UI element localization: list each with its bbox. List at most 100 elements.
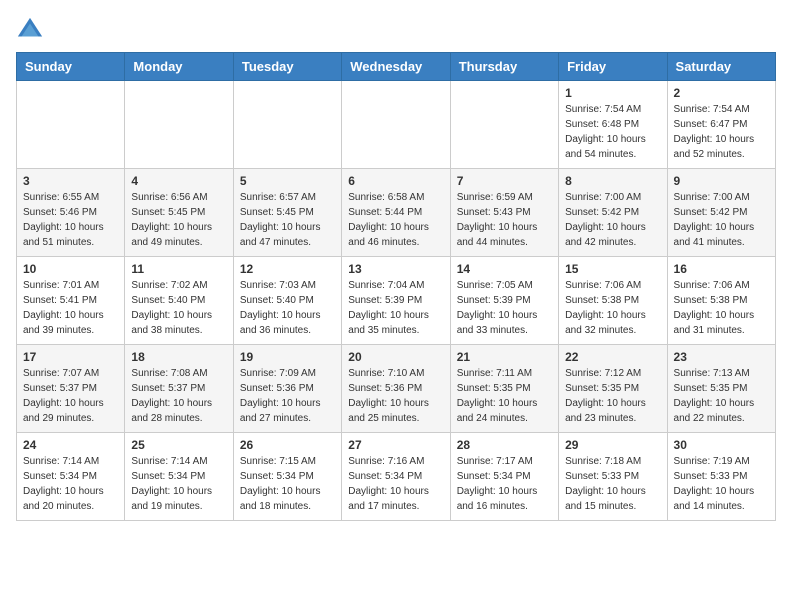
day-number: 20 [348, 350, 443, 364]
day-cell-13: 13 Sunrise: 7:04 AMSunset: 5:39 PMDayligh… [342, 257, 450, 345]
empty-cell [450, 81, 558, 169]
day-info: Sunrise: 7:54 AMSunset: 6:47 PMDaylight:… [674, 102, 769, 162]
page-header [16, 16, 776, 44]
day-cell-16: 16 Sunrise: 7:06 AMSunset: 5:38 PMDayligh… [667, 257, 775, 345]
day-number: 6 [348, 174, 443, 188]
week-row-1: 1 Sunrise: 7:54 AMSunset: 6:48 PMDaylight… [17, 81, 776, 169]
day-cell-30: 30Sunrise: 7:19 AMSunset: 5:33 PMDayligh… [667, 433, 775, 521]
day-cell-20: 20Sunrise: 7:10 AMSunset: 5:36 PMDayligh… [342, 345, 450, 433]
weekday-header-wednesday: Wednesday [342, 53, 450, 81]
day-info: Sunrise: 7:12 AMSunset: 5:35 PMDaylight:… [565, 366, 660, 426]
day-number: 23 [674, 350, 769, 364]
day-cell-6: 6 Sunrise: 6:58 AMSunset: 5:44 PMDaylight… [342, 169, 450, 257]
day-info: Sunrise: 7:17 AMSunset: 5:34 PMDaylight:… [457, 454, 552, 514]
day-number: 18 [131, 350, 226, 364]
empty-cell [125, 81, 233, 169]
day-cell-19: 19 Sunrise: 7:09 AMSunset: 5:36 PMDayligh… [233, 345, 341, 433]
day-info: Sunrise: 7:09 AMSunset: 5:36 PMDaylight:… [240, 366, 335, 426]
day-number: 26 [240, 438, 335, 452]
day-cell-9: 9 Sunrise: 7:00 AMSunset: 5:42 PMDaylight… [667, 169, 775, 257]
day-number: 29 [565, 438, 660, 452]
empty-cell [342, 81, 450, 169]
day-cell-12: 12 Sunrise: 7:03 AMSunset: 5:40 PMDayligh… [233, 257, 341, 345]
calendar-table: SundayMondayTuesdayWednesdayThursdayFrid… [16, 52, 776, 521]
weekday-header-sunday: Sunday [17, 53, 125, 81]
day-cell-4: 4 Sunrise: 6:56 AMSunset: 5:45 PMDaylight… [125, 169, 233, 257]
day-info: Sunrise: 6:57 AMSunset: 5:45 PMDaylight:… [240, 190, 335, 250]
day-number: 7 [457, 174, 552, 188]
day-number: 16 [674, 262, 769, 276]
day-info: Sunrise: 7:16 AMSunset: 5:34 PMDaylight:… [348, 454, 443, 514]
week-row-5: 24Sunrise: 7:14 AMSunset: 5:34 PMDayligh… [17, 433, 776, 521]
day-cell-15: 15 Sunrise: 7:06 AMSunset: 5:38 PMDayligh… [559, 257, 667, 345]
day-number: 17 [23, 350, 118, 364]
day-info: Sunrise: 7:04 AMSunset: 5:39 PMDaylight:… [348, 278, 443, 338]
day-cell-7: 7 Sunrise: 6:59 AMSunset: 5:43 PMDaylight… [450, 169, 558, 257]
weekday-header-monday: Monday [125, 53, 233, 81]
day-cell-28: 28 Sunrise: 7:17 AMSunset: 5:34 PMDayligh… [450, 433, 558, 521]
day-info: Sunrise: 7:54 AMSunset: 6:48 PMDaylight:… [565, 102, 660, 162]
day-info: Sunrise: 6:59 AMSunset: 5:43 PMDaylight:… [457, 190, 552, 250]
day-cell-2: 2Sunrise: 7:54 AMSunset: 6:47 PMDaylight… [667, 81, 775, 169]
day-number: 12 [240, 262, 335, 276]
day-info: Sunrise: 7:08 AMSunset: 5:37 PMDaylight:… [131, 366, 226, 426]
day-info: Sunrise: 7:00 AMSunset: 5:42 PMDaylight:… [565, 190, 660, 250]
day-cell-3: 3 Sunrise: 6:55 AMSunset: 5:46 PMDaylight… [17, 169, 125, 257]
day-info: Sunrise: 7:19 AMSunset: 5:33 PMDaylight:… [674, 454, 769, 514]
weekday-header-tuesday: Tuesday [233, 53, 341, 81]
day-number: 21 [457, 350, 552, 364]
day-cell-24: 24Sunrise: 7:14 AMSunset: 5:34 PMDayligh… [17, 433, 125, 521]
day-info: Sunrise: 7:06 AMSunset: 5:38 PMDaylight:… [674, 278, 769, 338]
day-info: Sunrise: 7:02 AMSunset: 5:40 PMDaylight:… [131, 278, 226, 338]
weekday-header-thursday: Thursday [450, 53, 558, 81]
day-number: 14 [457, 262, 552, 276]
day-info: Sunrise: 7:06 AMSunset: 5:38 PMDaylight:… [565, 278, 660, 338]
day-info: Sunrise: 7:13 AMSunset: 5:35 PMDaylight:… [674, 366, 769, 426]
week-row-2: 3 Sunrise: 6:55 AMSunset: 5:46 PMDaylight… [17, 169, 776, 257]
day-info: Sunrise: 7:18 AMSunset: 5:33 PMDaylight:… [565, 454, 660, 514]
day-info: Sunrise: 7:14 AMSunset: 5:34 PMDaylight:… [23, 454, 118, 514]
day-info: Sunrise: 7:03 AMSunset: 5:40 PMDaylight:… [240, 278, 335, 338]
day-cell-25: 25 Sunrise: 7:14 AMSunset: 5:34 PMDayligh… [125, 433, 233, 521]
day-info: Sunrise: 6:58 AMSunset: 5:44 PMDaylight:… [348, 190, 443, 250]
day-cell-21: 21Sunrise: 7:11 AMSunset: 5:35 PMDayligh… [450, 345, 558, 433]
day-number: 19 [240, 350, 335, 364]
day-info: Sunrise: 7:15 AMSunset: 5:34 PMDaylight:… [240, 454, 335, 514]
day-number: 8 [565, 174, 660, 188]
day-info: Sunrise: 6:55 AMSunset: 5:46 PMDaylight:… [23, 190, 118, 250]
empty-cell [17, 81, 125, 169]
day-number: 13 [348, 262, 443, 276]
day-cell-11: 11 Sunrise: 7:02 AMSunset: 5:40 PMDayligh… [125, 257, 233, 345]
weekday-header-saturday: Saturday [667, 53, 775, 81]
day-number: 11 [131, 262, 226, 276]
day-cell-14: 14 Sunrise: 7:05 AMSunset: 5:39 PMDayligh… [450, 257, 558, 345]
week-row-4: 17 Sunrise: 7:07 AMSunset: 5:37 PMDayligh… [17, 345, 776, 433]
day-info: Sunrise: 6:56 AMSunset: 5:45 PMDaylight:… [131, 190, 226, 250]
day-cell-27: 27Sunrise: 7:16 AMSunset: 5:34 PMDayligh… [342, 433, 450, 521]
day-cell-23: 23 Sunrise: 7:13 AMSunset: 5:35 PMDayligh… [667, 345, 775, 433]
day-number: 3 [23, 174, 118, 188]
day-cell-29: 29 Sunrise: 7:18 AMSunset: 5:33 PMDayligh… [559, 433, 667, 521]
day-info: Sunrise: 7:00 AMSunset: 5:42 PMDaylight:… [674, 190, 769, 250]
week-row-3: 10Sunrise: 7:01 AMSunset: 5:41 PMDayligh… [17, 257, 776, 345]
day-number: 4 [131, 174, 226, 188]
day-cell-22: 22 Sunrise: 7:12 AMSunset: 5:35 PMDayligh… [559, 345, 667, 433]
day-info: Sunrise: 7:05 AMSunset: 5:39 PMDaylight:… [457, 278, 552, 338]
weekday-header-row: SundayMondayTuesdayWednesdayThursdayFrid… [17, 53, 776, 81]
day-cell-17: 17 Sunrise: 7:07 AMSunset: 5:37 PMDayligh… [17, 345, 125, 433]
day-number: 9 [674, 174, 769, 188]
day-info: Sunrise: 7:01 AMSunset: 5:41 PMDaylight:… [23, 278, 118, 338]
day-number: 1 [565, 86, 660, 100]
day-info: Sunrise: 7:14 AMSunset: 5:34 PMDaylight:… [131, 454, 226, 514]
day-cell-26: 26 Sunrise: 7:15 AMSunset: 5:34 PMDayligh… [233, 433, 341, 521]
logo-icon [16, 16, 44, 44]
day-number: 28 [457, 438, 552, 452]
day-cell-8: 8 Sunrise: 7:00 AMSunset: 5:42 PMDaylight… [559, 169, 667, 257]
day-cell-1: 1 Sunrise: 7:54 AMSunset: 6:48 PMDaylight… [559, 81, 667, 169]
day-number: 25 [131, 438, 226, 452]
day-number: 5 [240, 174, 335, 188]
day-info: Sunrise: 7:07 AMSunset: 5:37 PMDaylight:… [23, 366, 118, 426]
day-number: 22 [565, 350, 660, 364]
weekday-header-friday: Friday [559, 53, 667, 81]
day-number: 15 [565, 262, 660, 276]
